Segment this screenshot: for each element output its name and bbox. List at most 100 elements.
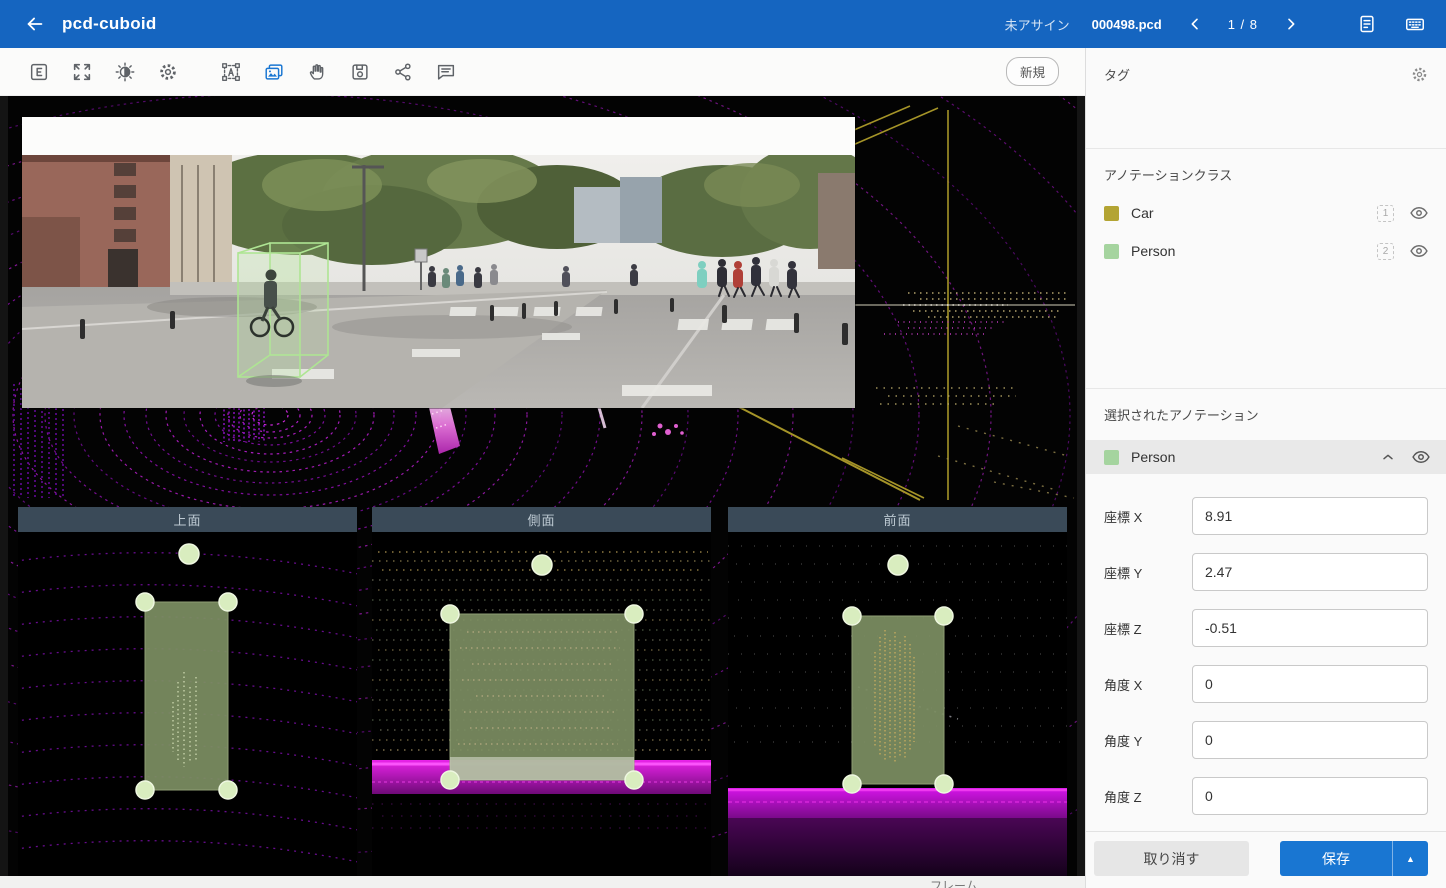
class-row-person[interactable]: Person 2 <box>1086 232 1446 270</box>
pagination-indicator: 1 / 8 <box>1228 17 1258 32</box>
app-window: pcd-cuboid 未アサイン 000498.pcd 1 / 8 <box>0 0 1446 888</box>
class-row-car[interactable]: Car 1 <box>1086 194 1446 232</box>
field-label-angle-x: 角度 X <box>1104 675 1192 694</box>
selected-color-swatch <box>1104 450 1119 465</box>
angle-y-input[interactable] <box>1192 721 1428 759</box>
camera-image-overlay[interactable] <box>22 117 855 408</box>
field-row-coord-z: 座標 Z <box>1086 600 1446 656</box>
field-label-coord-x: 座標 X <box>1104 507 1192 526</box>
edit-mode-icon <box>28 61 50 83</box>
collapse-annotation-button[interactable] <box>1378 447 1398 467</box>
class-shortcut-badge-car: 1 <box>1377 205 1394 222</box>
select-annotation-icon <box>220 61 242 83</box>
class-label-car: Car <box>1131 205 1377 221</box>
field-label-angle-y: 角度 Y <box>1104 731 1192 750</box>
ortho-side-canvas <box>372 532 711 876</box>
edit-mode-button[interactable] <box>24 57 54 87</box>
gear-icon <box>157 61 179 83</box>
keyboard-shortcuts-button[interactable] <box>1402 11 1428 37</box>
annotation-class-title: アノテーションクラス <box>1086 149 1446 194</box>
class-shortcut-badge-person: 2 <box>1377 243 1394 260</box>
comment-button[interactable] <box>431 57 461 87</box>
keyboard-icon <box>1404 13 1426 35</box>
eye-icon <box>1411 447 1431 467</box>
image-overlay-toggle[interactable] <box>259 57 289 87</box>
camera-photo <box>22 155 855 408</box>
field-label-coord-y: 座標 Y <box>1104 563 1192 582</box>
fullscreen-icon <box>71 61 93 83</box>
ortho-top-canvas <box>18 532 357 876</box>
sidebar-footer: 取り消す 保存 ▲ <box>1086 831 1446 888</box>
settings-button[interactable] <box>153 57 183 87</box>
arrow-left-icon <box>24 13 46 35</box>
coord-y-input[interactable] <box>1192 553 1428 591</box>
ortho-view-front-title: 前面 <box>728 507 1067 532</box>
coord-z-input[interactable] <box>1192 609 1428 647</box>
brightness-icon <box>114 61 136 83</box>
selected-annotation-title: 選択されたアノテーション <box>1086 389 1446 434</box>
gear-icon <box>1410 65 1429 84</box>
field-row-angle-x: 角度 X <box>1086 656 1446 712</box>
angle-x-input[interactable] <box>1192 665 1428 703</box>
viewer-toolbar: 新規 <box>0 48 1085 96</box>
point-cloud-main-view[interactable]: 上面 <box>8 96 1077 876</box>
ortho-view-side[interactable]: 側面 <box>372 507 711 876</box>
floppy-save-icon <box>349 61 371 83</box>
ortho-view-front[interactable]: 前面 <box>728 507 1067 876</box>
frame-bar: フレーム <box>0 876 1085 888</box>
field-row-angle-z: 角度 Z <box>1086 768 1446 824</box>
field-label-angle-z: 角度 Z <box>1104 787 1192 806</box>
save-options-caret[interactable]: ▲ <box>1392 841 1428 876</box>
new-annotation-button[interactable]: 新規 <box>1006 57 1059 86</box>
coord-x-input[interactable] <box>1192 497 1428 535</box>
ortho-view-side-title: 側面 <box>372 507 711 532</box>
chevron-right-icon <box>1283 16 1299 32</box>
field-row-angle-y: 角度 Y <box>1086 712 1446 768</box>
save-snapshot-button[interactable] <box>345 57 375 87</box>
share-button[interactable] <box>388 57 418 87</box>
camera-overlay-margin <box>22 117 855 155</box>
back-button[interactable] <box>16 5 54 43</box>
class-visibility-toggle-car[interactable] <box>1408 202 1430 224</box>
share-icon <box>392 61 414 83</box>
class-color-swatch-car <box>1104 206 1119 221</box>
brightness-button[interactable] <box>110 57 140 87</box>
image-overlay-icon <box>263 61 285 83</box>
save-button-label: 保存 <box>1280 849 1392 869</box>
selected-visibility-toggle[interactable] <box>1410 446 1432 468</box>
angle-z-input[interactable] <box>1192 777 1428 815</box>
ortho-front-canvas <box>728 532 1067 876</box>
next-frame-button[interactable] <box>1280 13 1302 35</box>
field-label-coord-z: 座標 Z <box>1104 619 1192 638</box>
field-row-coord-y: 座標 Y <box>1086 544 1446 600</box>
page-title: pcd-cuboid <box>62 14 157 34</box>
eye-icon <box>1409 203 1429 223</box>
prev-frame-button[interactable] <box>1184 13 1206 35</box>
document-list-button[interactable] <box>1354 11 1380 37</box>
viewer-stage: 上面 <box>0 96 1085 876</box>
document-list-icon <box>1357 14 1377 34</box>
ortho-view-top-title: 上面 <box>18 507 357 532</box>
class-color-swatch-person <box>1104 244 1119 259</box>
class-label-person: Person <box>1131 243 1377 259</box>
current-filename: 000498.pcd <box>1092 17 1162 32</box>
class-visibility-toggle-person[interactable] <box>1408 240 1430 262</box>
frame-label: フレーム <box>930 877 978 888</box>
field-row-coord-x: 座標 X <box>1086 488 1446 544</box>
app-header: pcd-cuboid 未アサイン 000498.pcd 1 / 8 <box>0 0 1446 48</box>
tag-settings-button[interactable] <box>1408 63 1430 85</box>
annotation-sidebar: タグ アノテーションクラス Car 1 Person 2 選択された <box>1085 48 1446 888</box>
select-annotation-tool[interactable] <box>216 57 246 87</box>
fullscreen-button[interactable] <box>67 57 97 87</box>
hand-icon <box>306 61 328 83</box>
pan-tool-button[interactable] <box>302 57 332 87</box>
ortho-view-top[interactable]: 上面 <box>18 507 357 876</box>
eye-icon <box>1409 241 1429 261</box>
comment-icon <box>435 61 457 83</box>
assignee-status: 未アサイン <box>1005 15 1070 34</box>
cancel-button[interactable]: 取り消す <box>1094 841 1249 876</box>
chevron-up-icon <box>1380 449 1396 465</box>
selected-annotation-row[interactable]: Person <box>1086 440 1446 474</box>
save-button[interactable]: 保存 ▲ <box>1280 841 1428 876</box>
tag-section-title: タグ <box>1104 65 1130 84</box>
